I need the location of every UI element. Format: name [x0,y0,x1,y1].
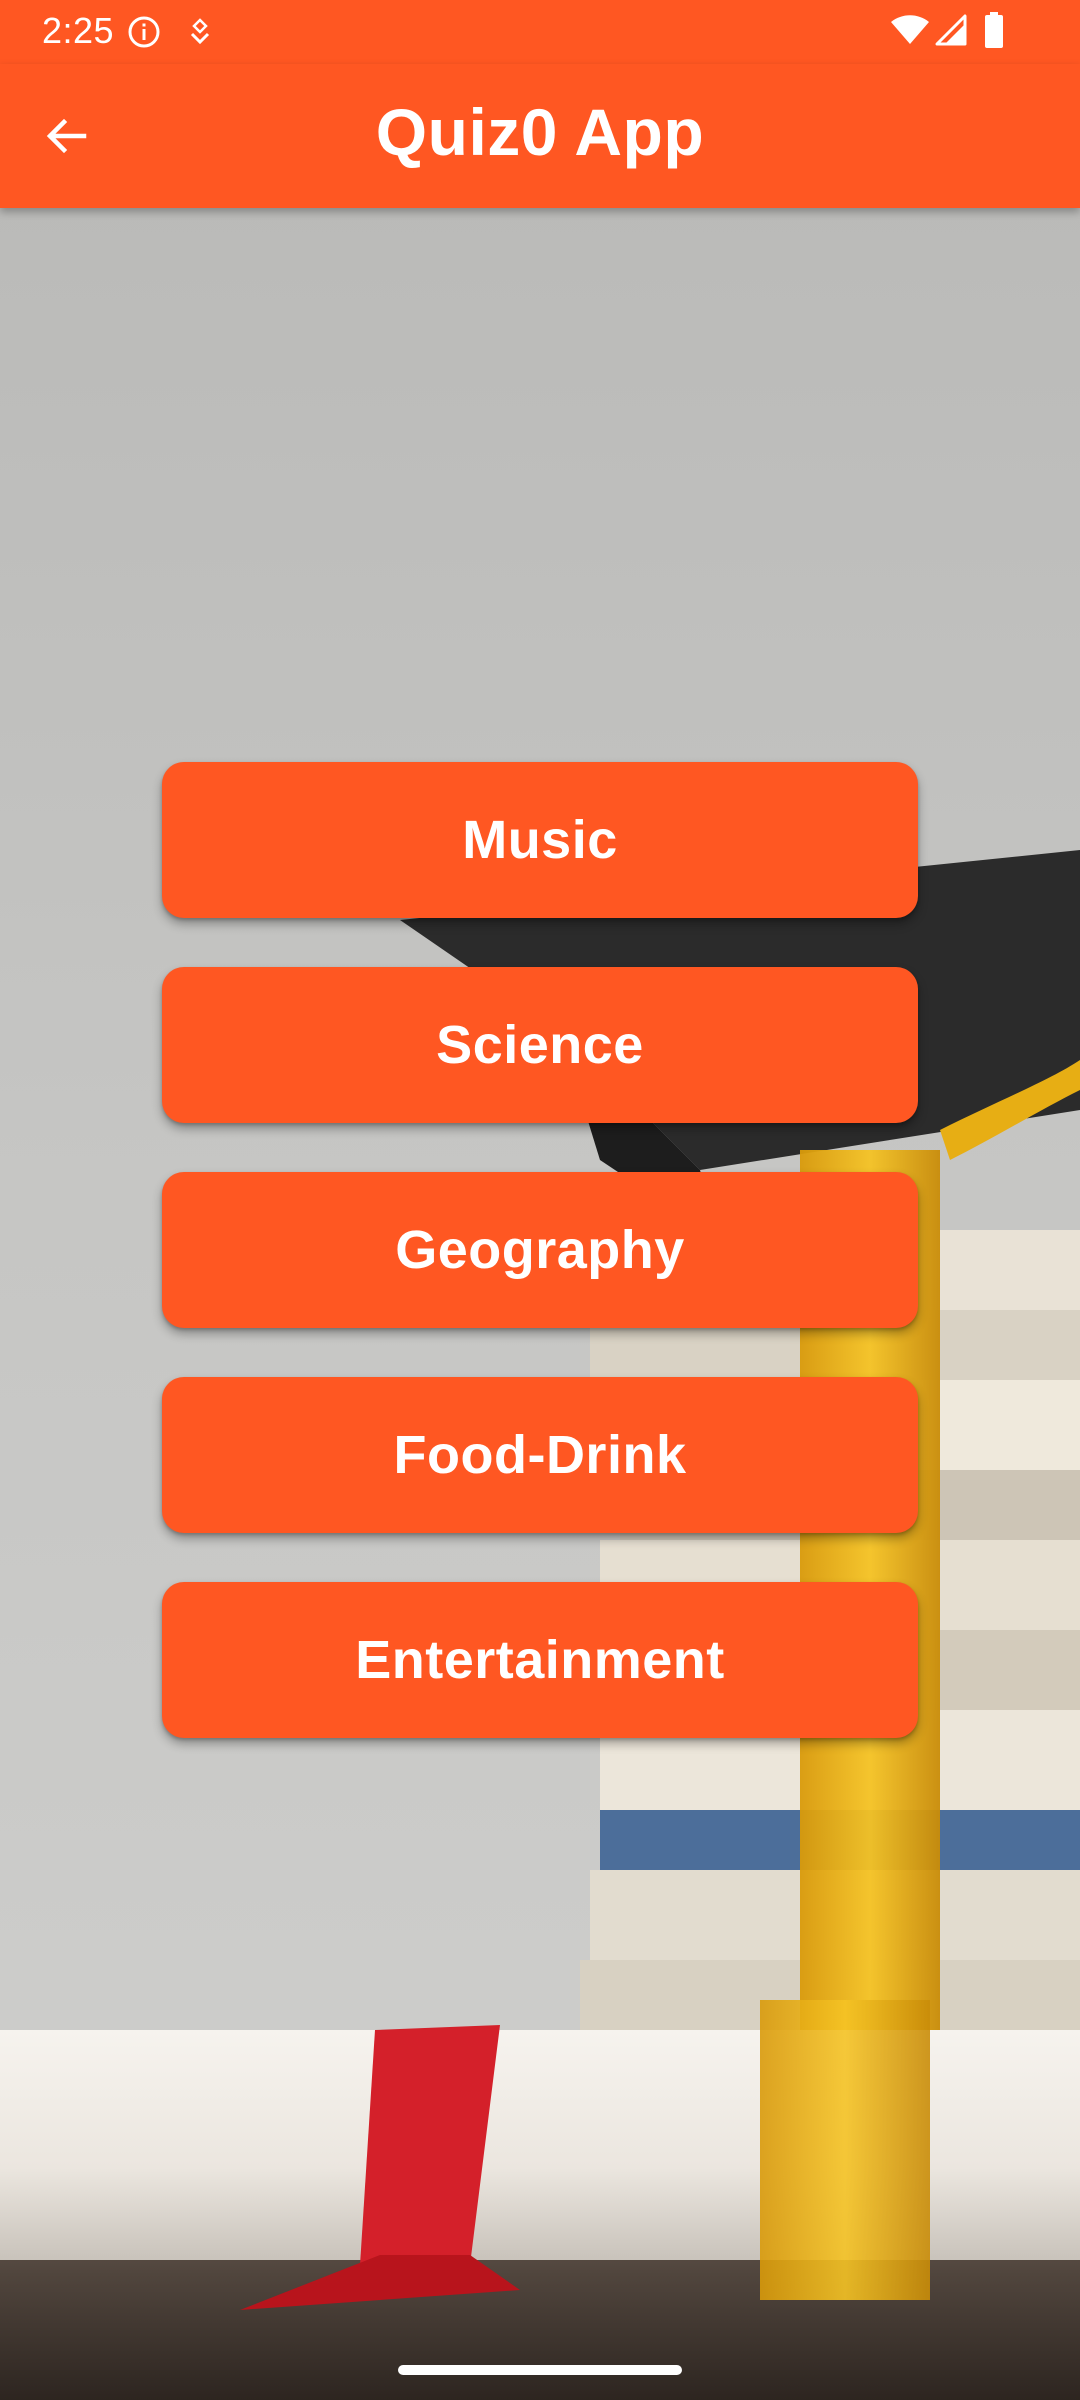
status-time: 2:25 [42,10,115,51]
cellular-signal-icon [935,14,967,46]
status-bar: 2:25 [0,0,1080,64]
wifi-icon [890,14,930,46]
gesture-navigation-bar[interactable] [398,2365,682,2375]
category-list: Music Science Geography Food-Drink Enter… [162,762,918,1787]
category-button-geography[interactable]: Geography [162,1172,918,1328]
battery-icon [984,12,1004,48]
category-button-entertainment[interactable]: Entertainment [162,1582,918,1738]
info-icon [127,15,161,49]
category-button-music[interactable]: Music [162,762,918,918]
category-button-food-drink[interactable]: Food-Drink [162,1377,918,1533]
app-title: Quiz0 App [375,95,705,169]
category-button-science[interactable]: Science [162,967,918,1123]
app-bar: Quiz0 App [0,64,1080,208]
app-notification-icon [186,16,214,48]
